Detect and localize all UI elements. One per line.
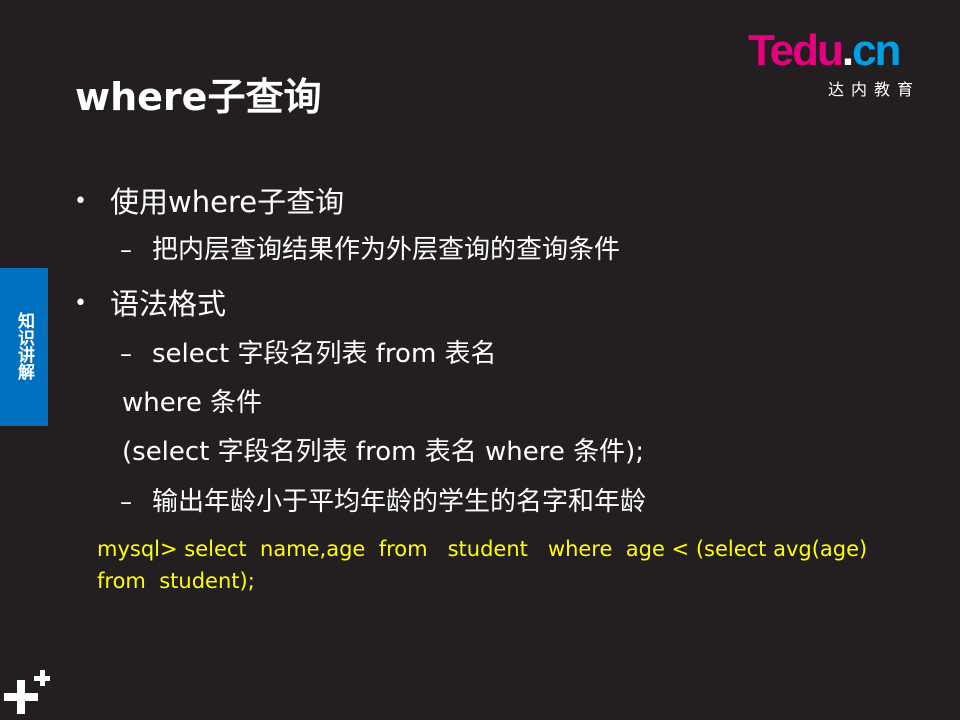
- bullet-dot: •: [74, 291, 87, 316]
- bullet-dot: •: [74, 189, 87, 214]
- sub-bullet-dash: –: [120, 236, 132, 264]
- syntax-line: select 字段名列表 from 表名: [152, 339, 497, 369]
- code-line: mysql> select name,age from student wher…: [97, 537, 868, 561]
- plus-plus-icon: [4, 666, 54, 716]
- logo-main: Tedu: [748, 26, 844, 75]
- tedu-logo: Tedu.cn 达内教育: [748, 26, 938, 99]
- bullet-text: 使用where子查询: [110, 185, 345, 219]
- code-line: from student);: [97, 569, 255, 593]
- sub-bullet-dash: –: [120, 488, 132, 516]
- logo-wordmark: Tedu.cn: [748, 26, 901, 76]
- bullet-text: 语法格式: [110, 287, 227, 321]
- slide-title: where子查询: [75, 75, 322, 119]
- syntax-line: where 条件: [122, 388, 263, 418]
- logo-dot: .: [841, 26, 854, 75]
- syntax-line: (select 字段名列表 from 表名 where 条件);: [122, 437, 644, 467]
- side-tab-label: 知识讲解: [14, 312, 34, 380]
- logo-suffix: cn: [852, 26, 901, 75]
- side-tab: 知识讲解: [0, 268, 48, 426]
- sub-bullet-text: 把内层查询结果作为外层查询的查询条件: [152, 235, 621, 265]
- logo-subtitle: 达内教育: [828, 80, 921, 99]
- sub-bullet-text: 输出年龄小于平均年龄的学生的名字和年龄: [152, 487, 647, 517]
- sub-bullet-dash: –: [120, 340, 132, 368]
